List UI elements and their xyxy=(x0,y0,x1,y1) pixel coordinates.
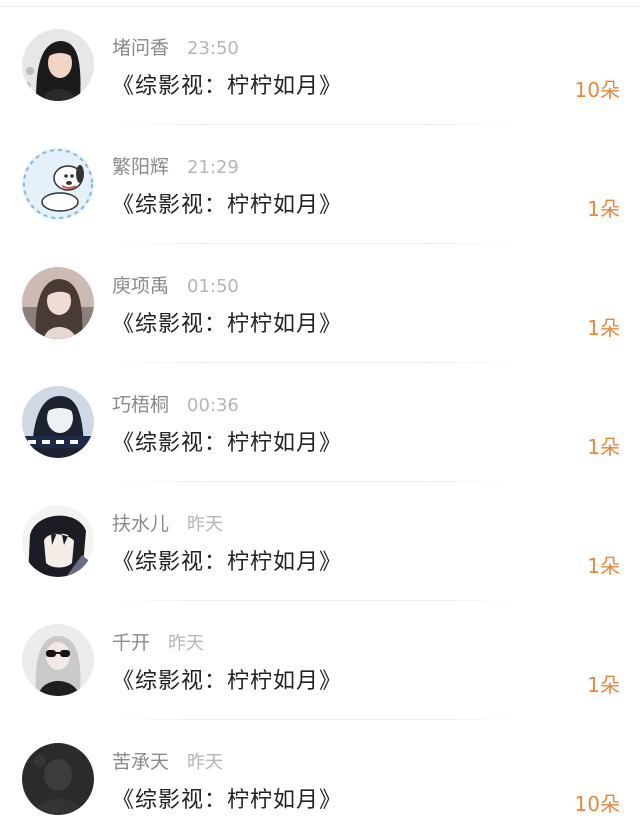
list-item[interactable]: 扶水儿 昨天 《综影视：柠柠如月》 1朵 xyxy=(0,482,640,601)
woman-portrait-avatar[interactable] xyxy=(22,29,94,101)
message-meta: 扶水儿 昨天 xyxy=(112,510,223,538)
message-meta: 千开 昨天 xyxy=(112,629,204,657)
list-item[interactable]: 堵问香 23:50 《综影视：柠柠如月》 10朵 xyxy=(0,6,640,125)
message-time: 01:50 xyxy=(187,276,239,297)
list-item[interactable]: 巧梧桐 00:36 《综影视：柠柠如月》 1朵 xyxy=(0,363,640,482)
list-item[interactable]: 千开 昨天 《综影视：柠柠如月》 1朵 xyxy=(0,601,640,720)
book-title[interactable]: 《综影视：柠柠如月》 xyxy=(112,782,342,814)
flower-count: 10朵 xyxy=(574,792,620,816)
message-meta: 苦承天 昨天 xyxy=(112,748,223,776)
message-time: 昨天 xyxy=(168,633,205,654)
boy-photo-avatar[interactable] xyxy=(22,386,94,458)
message-time: 昨天 xyxy=(187,514,224,535)
message-list-page: 堵问香 23:50 《综影视：柠柠如月》 10朵 繁阳辉 21:29 《综影视：… xyxy=(0,0,640,840)
list-item[interactable]: 庾项禹 01:50 《综影视：柠柠如月》 1朵 xyxy=(0,244,640,363)
list-item[interactable]: 繁阳辉 21:29 《综影视：柠柠如月》 1朵 xyxy=(0,125,640,244)
girl-photo-avatar[interactable] xyxy=(22,267,94,339)
sender-name[interactable]: 堵问香 xyxy=(112,37,169,59)
book-title[interactable]: 《综影视：柠柠如月》 xyxy=(112,425,342,457)
flower-count: 1朵 xyxy=(587,554,620,578)
flower-count: 1朵 xyxy=(587,316,620,340)
sender-name[interactable]: 繁阳辉 xyxy=(112,156,169,178)
message-time: 21:29 xyxy=(187,157,239,178)
message-meta: 庾项禹 01:50 xyxy=(112,272,239,300)
cartoon-dog-avatar[interactable] xyxy=(22,148,94,220)
flower-count: 1朵 xyxy=(587,435,620,459)
book-title[interactable]: 《综影视：柠柠如月》 xyxy=(112,187,342,219)
flower-count: 10朵 xyxy=(574,78,620,102)
message-time: 23:50 xyxy=(187,38,239,59)
message-meta: 繁阳辉 21:29 xyxy=(112,153,239,181)
message-meta: 巧梧桐 00:36 xyxy=(112,391,239,419)
book-title[interactable]: 《综影视：柠柠如月》 xyxy=(112,663,342,695)
message-time: 00:36 xyxy=(187,395,239,416)
sunglasses-girl-avatar[interactable] xyxy=(22,624,94,696)
book-title[interactable]: 《综影视：柠柠如月》 xyxy=(112,306,342,338)
book-title[interactable]: 《综影视：柠柠如月》 xyxy=(112,68,342,100)
flower-count: 1朵 xyxy=(587,673,620,697)
flower-count: 1朵 xyxy=(587,197,620,221)
sender-name[interactable]: 巧梧桐 xyxy=(112,394,169,416)
list-item[interactable]: 苦承天 昨天 《综影视：柠柠如月》 10朵 xyxy=(0,720,640,839)
dark-figure-avatar[interactable] xyxy=(22,743,94,815)
book-title[interactable]: 《综影视：柠柠如月》 xyxy=(112,544,342,576)
sender-name[interactable]: 扶水儿 xyxy=(112,513,169,535)
sender-name[interactable]: 庾项禹 xyxy=(112,275,169,297)
message-meta: 堵问香 23:50 xyxy=(112,34,239,62)
gift-message-list: 堵问香 23:50 《综影视：柠柠如月》 10朵 繁阳辉 21:29 《综影视：… xyxy=(0,0,640,839)
anime-boy-avatar[interactable] xyxy=(22,505,94,577)
sender-name[interactable]: 千开 xyxy=(112,632,150,654)
sender-name[interactable]: 苦承天 xyxy=(112,751,169,773)
message-time: 昨天 xyxy=(187,752,224,773)
